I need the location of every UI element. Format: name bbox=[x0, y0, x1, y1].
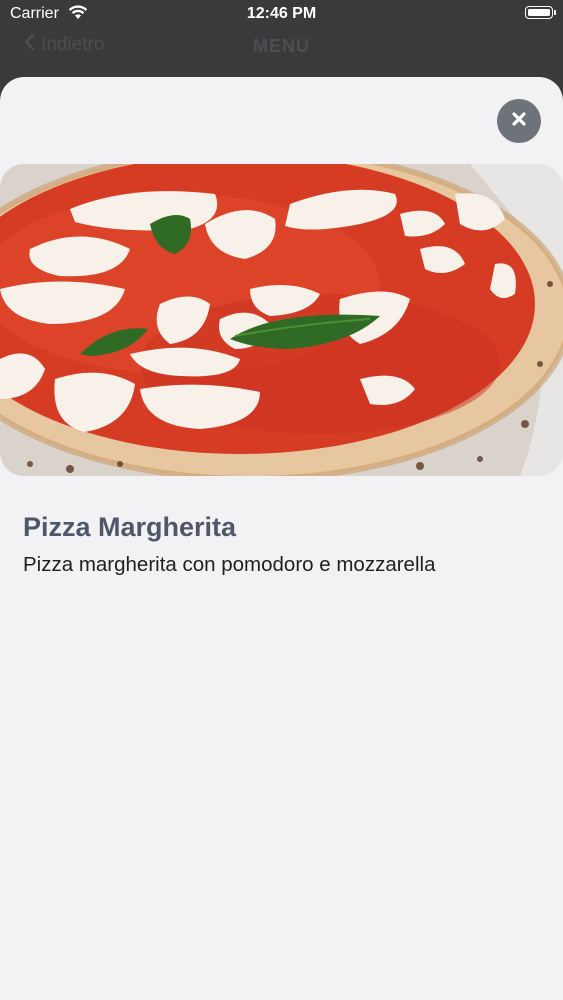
status-time: 12:46 PM bbox=[246, 5, 317, 22]
pizza-image bbox=[0, 164, 563, 476]
item-title: Pizza Margherita bbox=[23, 512, 237, 542]
close-icon bbox=[511, 111, 527, 132]
navigation-bar: Indietro MENU bbox=[0, 30, 563, 76]
nav-title: MENU bbox=[253, 36, 310, 56]
status-bar: Carrier 12:46 PM bbox=[0, 0, 563, 30]
battery-icon bbox=[525, 6, 556, 19]
item-detail-sheet: Pizza Margherita Pizza margherita con po… bbox=[0, 77, 563, 1000]
close-button[interactable] bbox=[497, 99, 541, 143]
item-description: Pizza margherita con pomodoro e mozzarel… bbox=[23, 553, 436, 576]
